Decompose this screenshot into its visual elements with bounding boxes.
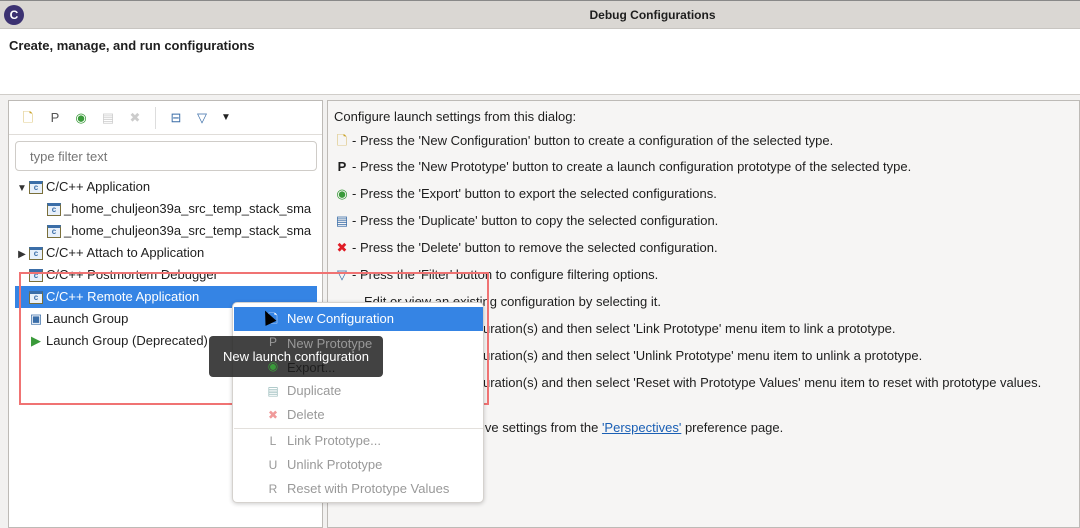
title-bar: C Debug Configurations [0,0,1080,29]
context-menu: 🗋 New Configuration P New Prototype ◉ Expor… [232,302,484,503]
menu-item-export[interactable]: ◉ Export... [234,355,483,379]
intro-text: Configure launch settings from this dial… [334,109,577,124]
menu-item-link-prototype[interactable]: L Link Prototype... [234,429,483,453]
tree-item-cpp-attach[interactable]: ▶ c C/C++ Attach to Application [15,242,317,264]
c-config-icon: c [47,203,61,217]
c-config-icon: c [29,247,43,261]
tree-item-config[interactable]: c _home_chuljeon39a_src_temp_stack_sma [15,198,317,220]
tree-item-cpp-application[interactable]: ▼ c C/C++ Application [15,176,317,198]
new-configuration-icon: 🗋 [336,133,348,148]
help-line-unlink: uration(s) and then select 'Unlink Proto… [483,348,923,363]
menu-item-delete[interactable]: ✖ Delete [234,403,483,427]
perspectives-link[interactable]: 'Perspectives' [602,420,681,435]
collapsed-arrow-icon[interactable]: ▶ [15,244,29,266]
link-prototype-icon: L [269,434,277,448]
help-line: ✖ - Press the 'Delete' button to remove t… [334,240,718,256]
help-line-perspectives: ive settings from the 'Perspectives' pre… [482,420,784,435]
toolbar-divider [155,107,156,129]
unlink-prototype-icon: U [268,458,278,472]
new-prototype-icon[interactable]: P [46,109,64,127]
c-config-icon: c [29,181,43,195]
help-line-reset: uration(s) and then select 'Reset with P… [483,375,1042,390]
delete-icon[interactable]: ✖ [126,109,144,127]
delete-icon: ✖ [267,408,279,422]
new-configuration-icon[interactable]: 🗋 [19,109,37,127]
dropdown-icon[interactable]: ▼ [217,109,235,127]
c-config-icon: c [47,225,61,239]
header-title: Create, manage, and run configurations [9,38,255,53]
tree-item-config[interactable]: c _home_chuljeon39a_src_temp_stack_sma [15,220,317,242]
menu-item-reset-prototype[interactable]: R Reset with Prototype Values [234,477,483,501]
help-line: P- Press the 'New Prototype' button to c… [334,159,912,174]
new-prototype-icon: P [268,335,277,349]
help-line: ◉ - Press the 'Export' button to export t… [334,186,717,202]
export-icon: ◉ [336,186,348,201]
delete-icon: ✖ [336,240,348,255]
filter-icon[interactable]: ▽ [193,109,211,127]
dialog-header: Create, manage, and run configurations [0,29,1080,95]
help-line: ▤ - Press the 'Duplicate' button to copy … [335,213,719,228]
help-line-link: uration(s) and then select 'Link Prototy… [483,321,896,336]
new-prototype-icon: P [337,159,347,174]
export-icon: ◉ [267,359,279,373]
duplicate-icon: ▤ [335,213,349,228]
menu-item-duplicate[interactable]: ▤ Duplicate [234,379,483,403]
help-line: 🗋 - Press the 'New Configuration' button … [334,132,833,154]
duplicate-icon: ▤ [267,384,279,398]
export-icon[interactable]: ◉ [72,109,90,127]
menu-item-new-prototype[interactable]: P New Prototype [234,331,483,355]
toolbar: 🗋 P ◉ ▤ ✖ ⊟ ▽ ▼ [9,101,322,135]
menu-item-unlink-prototype[interactable]: U Unlink Prototype [234,453,483,477]
collapse-all-icon[interactable]: ⊟ [167,109,185,127]
reset-prototype-icon: R [268,482,278,496]
duplicate-icon[interactable]: ▤ [99,109,117,127]
window-title: Debug Configurations [589,8,716,22]
filter-input[interactable] [15,141,317,171]
expanded-arrow-icon[interactable]: ▼ [15,178,29,200]
